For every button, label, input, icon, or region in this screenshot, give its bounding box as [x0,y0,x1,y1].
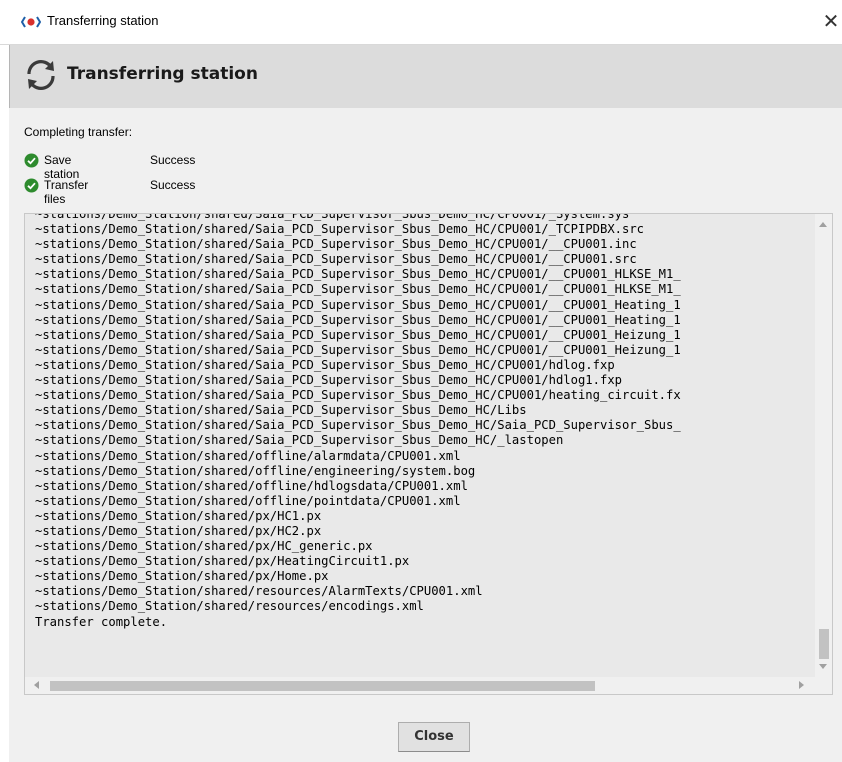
log-line: ~stations/Demo_Station/shared/Saia_PCD_S… [35,388,681,403]
scroll-right-icon[interactable] [799,681,804,689]
transfer-log[interactable]: ~stations/Demo_Station/shared/Saia_PCD_S… [24,213,833,695]
scroll-down-icon[interactable] [819,664,827,669]
log-line: ~stations/Demo_Station/shared/Saia_PCD_S… [35,282,681,297]
scroll-up-icon[interactable] [819,222,827,227]
status-label: Transfer files [44,178,89,206]
log-line: ~stations/Demo_Station/shared/Saia_PCD_S… [35,418,681,433]
log-line: ~stations/Demo_Station/shared/resources/… [35,584,483,599]
log-line: ~stations/Demo_Station/shared/px/HC2.px [35,523,322,538]
log-line: ~stations/Demo_Station/shared/offline/hd… [35,478,468,493]
dialog-heading: Transferring station [67,64,258,84]
log-line: ~stations/Demo_Station/shared/Saia_PCD_S… [35,433,564,448]
close-button[interactable]: Close [398,722,470,752]
horizontal-scrollbar[interactable] [25,677,815,694]
log-line: ~stations/Demo_Station/shared/Saia_PCD_S… [35,267,681,282]
log-line: ~stations/Demo_Station/shared/Saia_PCD_S… [35,297,681,312]
app-logo-icon [21,16,41,28]
log-line: ~stations/Demo_Station/shared/Saia_PCD_S… [35,237,637,252]
scroll-left-icon[interactable] [34,681,39,689]
log-line: ~stations/Demo_Station/shared/Saia_PCD_S… [35,327,681,342]
scrollbar-corner [815,677,832,694]
status-value: Success [150,178,196,192]
log-line: ~stations/Demo_Station/shared/Saia_PCD_S… [35,252,637,267]
log-line: ~stations/Demo_Station/shared/Saia_PCD_S… [35,214,630,221]
vertical-scroll-thumb[interactable] [819,629,829,659]
log-line: ~stations/Demo_Station/shared/offline/en… [35,463,476,478]
log-line: ~stations/Demo_Station/shared/Saia_PCD_S… [35,222,645,237]
window-title: Transferring station [47,13,159,28]
log-lines: ~stations/Demo_Station/shared/Saia_PCD_S… [35,214,681,630]
horizontal-scroll-thumb[interactable] [50,681,595,691]
vertical-scrollbar[interactable] [815,214,832,677]
log-line: ~stations/Demo_Station/shared/Saia_PCD_S… [35,373,622,388]
log-line: ~stations/Demo_Station/shared/px/Home.px [35,569,329,584]
window-close-button[interactable]: ✕ [820,8,842,34]
log-line: Transfer complete. [35,614,168,629]
log-line: ~stations/Demo_Station/shared/px/Heating… [35,554,410,569]
status-value: Success [150,153,196,167]
log-line: ~stations/Demo_Station/shared/Saia_PCD_S… [35,357,615,372]
dialog-header: Transferring station [9,45,842,109]
log-line: ~stations/Demo_Station/shared/Saia_PCD_S… [35,342,681,357]
log-line: ~stations/Demo_Station/shared/offline/po… [35,493,461,508]
completing-transfer-label: Completing transfer: [24,125,133,139]
sync-icon [27,60,55,90]
log-line: ~stations/Demo_Station/shared/resources/… [35,599,424,614]
check-circle-icon [24,178,39,193]
log-line: ~stations/Demo_Station/shared/px/HC_gene… [35,539,373,554]
title-bar: Transferring station ✕ [0,0,842,45]
check-circle-icon [24,153,39,168]
dialog-content: Completing transfer: Save station Succes… [9,108,842,762]
log-line: ~stations/Demo_Station/shared/offline/al… [35,448,461,463]
status-label: Save station [44,153,80,181]
log-text-area[interactable]: ~stations/Demo_Station/shared/Saia_PCD_S… [25,214,815,677]
log-line: ~stations/Demo_Station/shared/Saia_PCD_S… [35,312,681,327]
log-line: ~stations/Demo_Station/shared/px/HC1.px [35,508,322,523]
log-line: ~stations/Demo_Station/shared/Saia_PCD_S… [35,403,527,418]
